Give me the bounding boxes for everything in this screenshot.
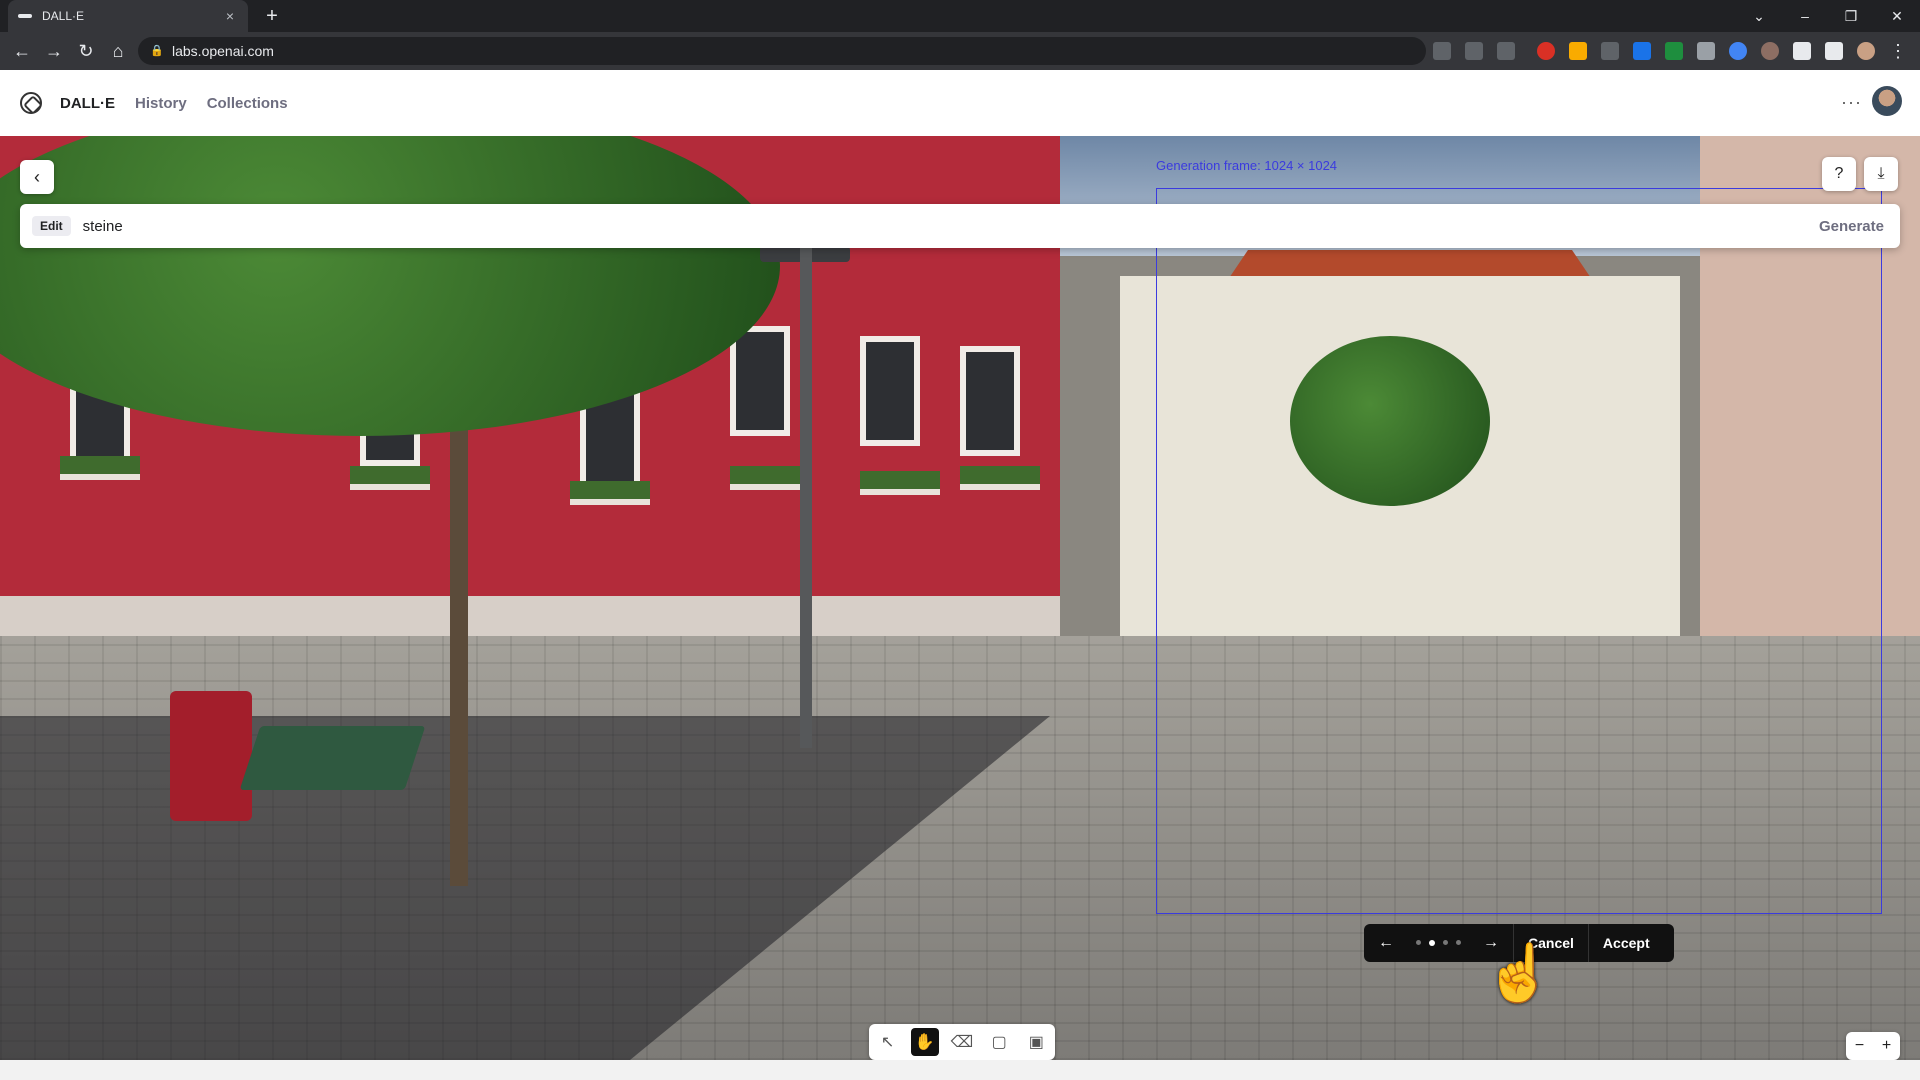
help-icon[interactable]: ? (1822, 157, 1856, 191)
restore-button[interactable]: ❐ (1828, 0, 1874, 32)
dalle-favicon-icon (18, 14, 32, 18)
photo-planter (860, 471, 940, 495)
new-tab-button[interactable]: + (262, 6, 282, 26)
prompt-bar: Edit Generate (20, 204, 1900, 248)
zoom-out-button[interactable]: − (1855, 1037, 1864, 1055)
variant-dot (1443, 940, 1448, 945)
browser-tab[interactable]: DALL·E × (8, 0, 248, 32)
tab-search-icon[interactable]: ⌄ (1736, 0, 1782, 32)
photo-window (860, 336, 920, 446)
share-icon[interactable] (1465, 42, 1483, 60)
photo-trash-bin (170, 691, 252, 821)
pointer-cursor-icon: ☝ (1484, 941, 1554, 1004)
tab-title: DALL·E (42, 9, 85, 23)
extension-icon[interactable] (1601, 42, 1619, 60)
camera-extension-icon[interactable] (1697, 42, 1715, 60)
back-icon[interactable]: ← (10, 39, 34, 63)
extension-icon[interactable] (1761, 42, 1779, 60)
app-name[interactable]: DALL·E (60, 95, 115, 112)
reload-icon[interactable]: ↻ (74, 39, 98, 63)
photo-bench (239, 726, 426, 790)
more-options-icon[interactable]: ··· (1841, 92, 1862, 113)
select-icon[interactable]: ↖ (874, 1028, 902, 1056)
download-extension-icon[interactable] (1665, 42, 1683, 60)
previous-variant-icon[interactable]: ← (1364, 934, 1408, 952)
photo-tree-trunk (450, 396, 468, 886)
photo-planter (960, 466, 1040, 490)
variant-indicator (1408, 940, 1469, 946)
extension-icon[interactable] (1569, 42, 1587, 60)
browser-toolbar: ← → ↻ ⌂ 🔒 labs.openai.com ⋮ (0, 32, 1920, 70)
variant-dot-active (1429, 940, 1435, 946)
address-bar[interactable]: 🔒 labs.openai.com (138, 37, 1426, 65)
forward-icon[interactable]: → (42, 39, 66, 63)
page-bottom (0, 1060, 1920, 1080)
back-button[interactable]: ‹ (20, 160, 54, 194)
openai-logo-icon[interactable] (20, 92, 42, 114)
generation-frame[interactable] (1156, 188, 1882, 914)
variant-dot (1456, 940, 1461, 945)
minimize-button[interactable]: – (1782, 0, 1828, 32)
photo-planter (60, 456, 140, 480)
accept-button[interactable]: Accept (1589, 924, 1664, 962)
generate-button[interactable]: Generate (1819, 218, 1884, 235)
photo-street-lamp (800, 248, 812, 748)
edit-canvas[interactable]: Generation frame: 1024 × 1024 (0, 136, 1920, 1060)
edit-mode-chip[interactable]: Edit (32, 216, 71, 236)
eraser-icon[interactable]: ⌫ (948, 1028, 976, 1056)
download-icon[interactable]: ⤓ (1864, 157, 1898, 191)
nav-collections[interactable]: Collections (207, 95, 288, 112)
home-icon[interactable]: ⌂ (106, 39, 130, 63)
app-header: DALL·E History Collections ··· (0, 70, 1920, 136)
url-text: labs.openai.com (172, 43, 274, 59)
upload-image-icon[interactable]: ▣ (1022, 1028, 1050, 1056)
adblock-extension-icon[interactable] (1537, 42, 1555, 60)
bookmark-star-icon[interactable] (1497, 42, 1515, 60)
generation-frame-label: Generation frame: 1024 × 1024 (1156, 158, 1338, 173)
side-panel-icon[interactable] (1825, 42, 1843, 60)
photo-window (730, 326, 790, 436)
hand-icon[interactable]: ✋ (910, 1028, 939, 1056)
browser-menu-icon[interactable]: ⋮ (1886, 39, 1910, 63)
photo-planter (730, 466, 810, 490)
prompt-input[interactable] (80, 216, 1819, 236)
extensions-puzzle-icon[interactable] (1793, 42, 1811, 60)
photo-planter (350, 466, 430, 490)
variant-dot (1416, 940, 1421, 945)
install-icon[interactable] (1433, 42, 1451, 60)
user-avatar[interactable] (1872, 86, 1902, 116)
lock-icon: 🔒 (150, 45, 164, 57)
extension-icon[interactable] (1729, 42, 1747, 60)
browser-tabbar: DALL·E × + ⌄ – ❐ ✕ (0, 0, 1920, 32)
photo-planter (570, 481, 650, 505)
zoom-controls: − + (1846, 1032, 1900, 1060)
nav-history[interactable]: History (135, 95, 187, 112)
photo-window (960, 346, 1020, 456)
extension-icon[interactable] (1633, 42, 1651, 60)
canvas-toolbar: ↖ ✋ ⌫ ▢ ▣ (869, 1024, 1055, 1060)
profile-avatar[interactable] (1857, 42, 1875, 60)
zoom-in-button[interactable]: + (1882, 1037, 1891, 1055)
add-frame-icon[interactable]: ▢ (985, 1028, 1013, 1056)
close-window-button[interactable]: ✕ (1874, 0, 1920, 32)
tab-close-icon[interactable]: × (222, 8, 238, 24)
